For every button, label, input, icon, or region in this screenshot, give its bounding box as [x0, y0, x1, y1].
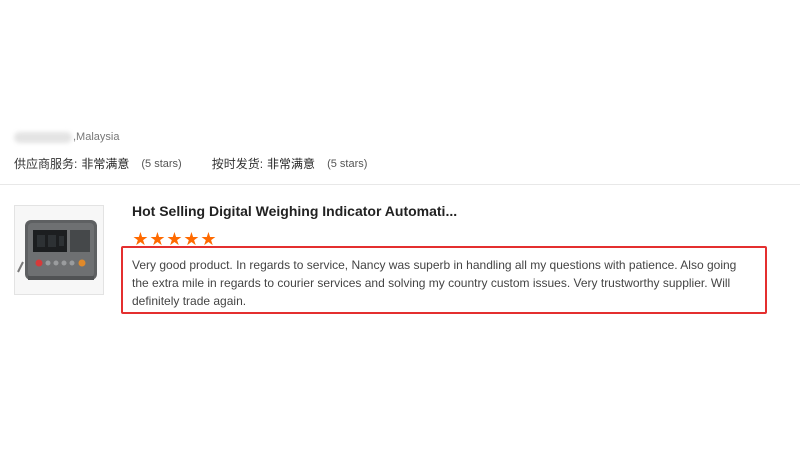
reviewer-country: ,Malaysia: [73, 131, 120, 143]
supplier-ratings: 供应商服务: 非常满意 (5 stars) 按时发货: 非常满意 (5 star…: [14, 155, 367, 172]
rating-stars-text: (5 stars): [327, 157, 368, 170]
rating-on-time-delivery: 按时发货: 非常满意 (5 stars): [212, 155, 368, 172]
rating-label: 供应商服务:: [14, 157, 78, 171]
rating-stars-text: (5 stars): [141, 157, 182, 170]
section-divider: [0, 184, 800, 185]
reviewer-name-blurred: [14, 131, 72, 143]
rating-supplier-service: 供应商服务: 非常满意 (5 stars): [14, 155, 182, 172]
review-text: Very good product. In regards to service…: [132, 258, 737, 308]
rating-label: 按时发货:: [211, 157, 264, 171]
product-title-link[interactable]: Hot Selling Digital Weighing Indicator A…: [132, 203, 457, 219]
rating-value: 非常满意: [267, 157, 316, 171]
weighing-indicator-image: [15, 206, 103, 294]
rating-value: 非常满意: [81, 157, 130, 171]
reviewer-info: ,Malaysia: [14, 131, 119, 143]
product-thumbnail[interactable]: [14, 205, 104, 295]
